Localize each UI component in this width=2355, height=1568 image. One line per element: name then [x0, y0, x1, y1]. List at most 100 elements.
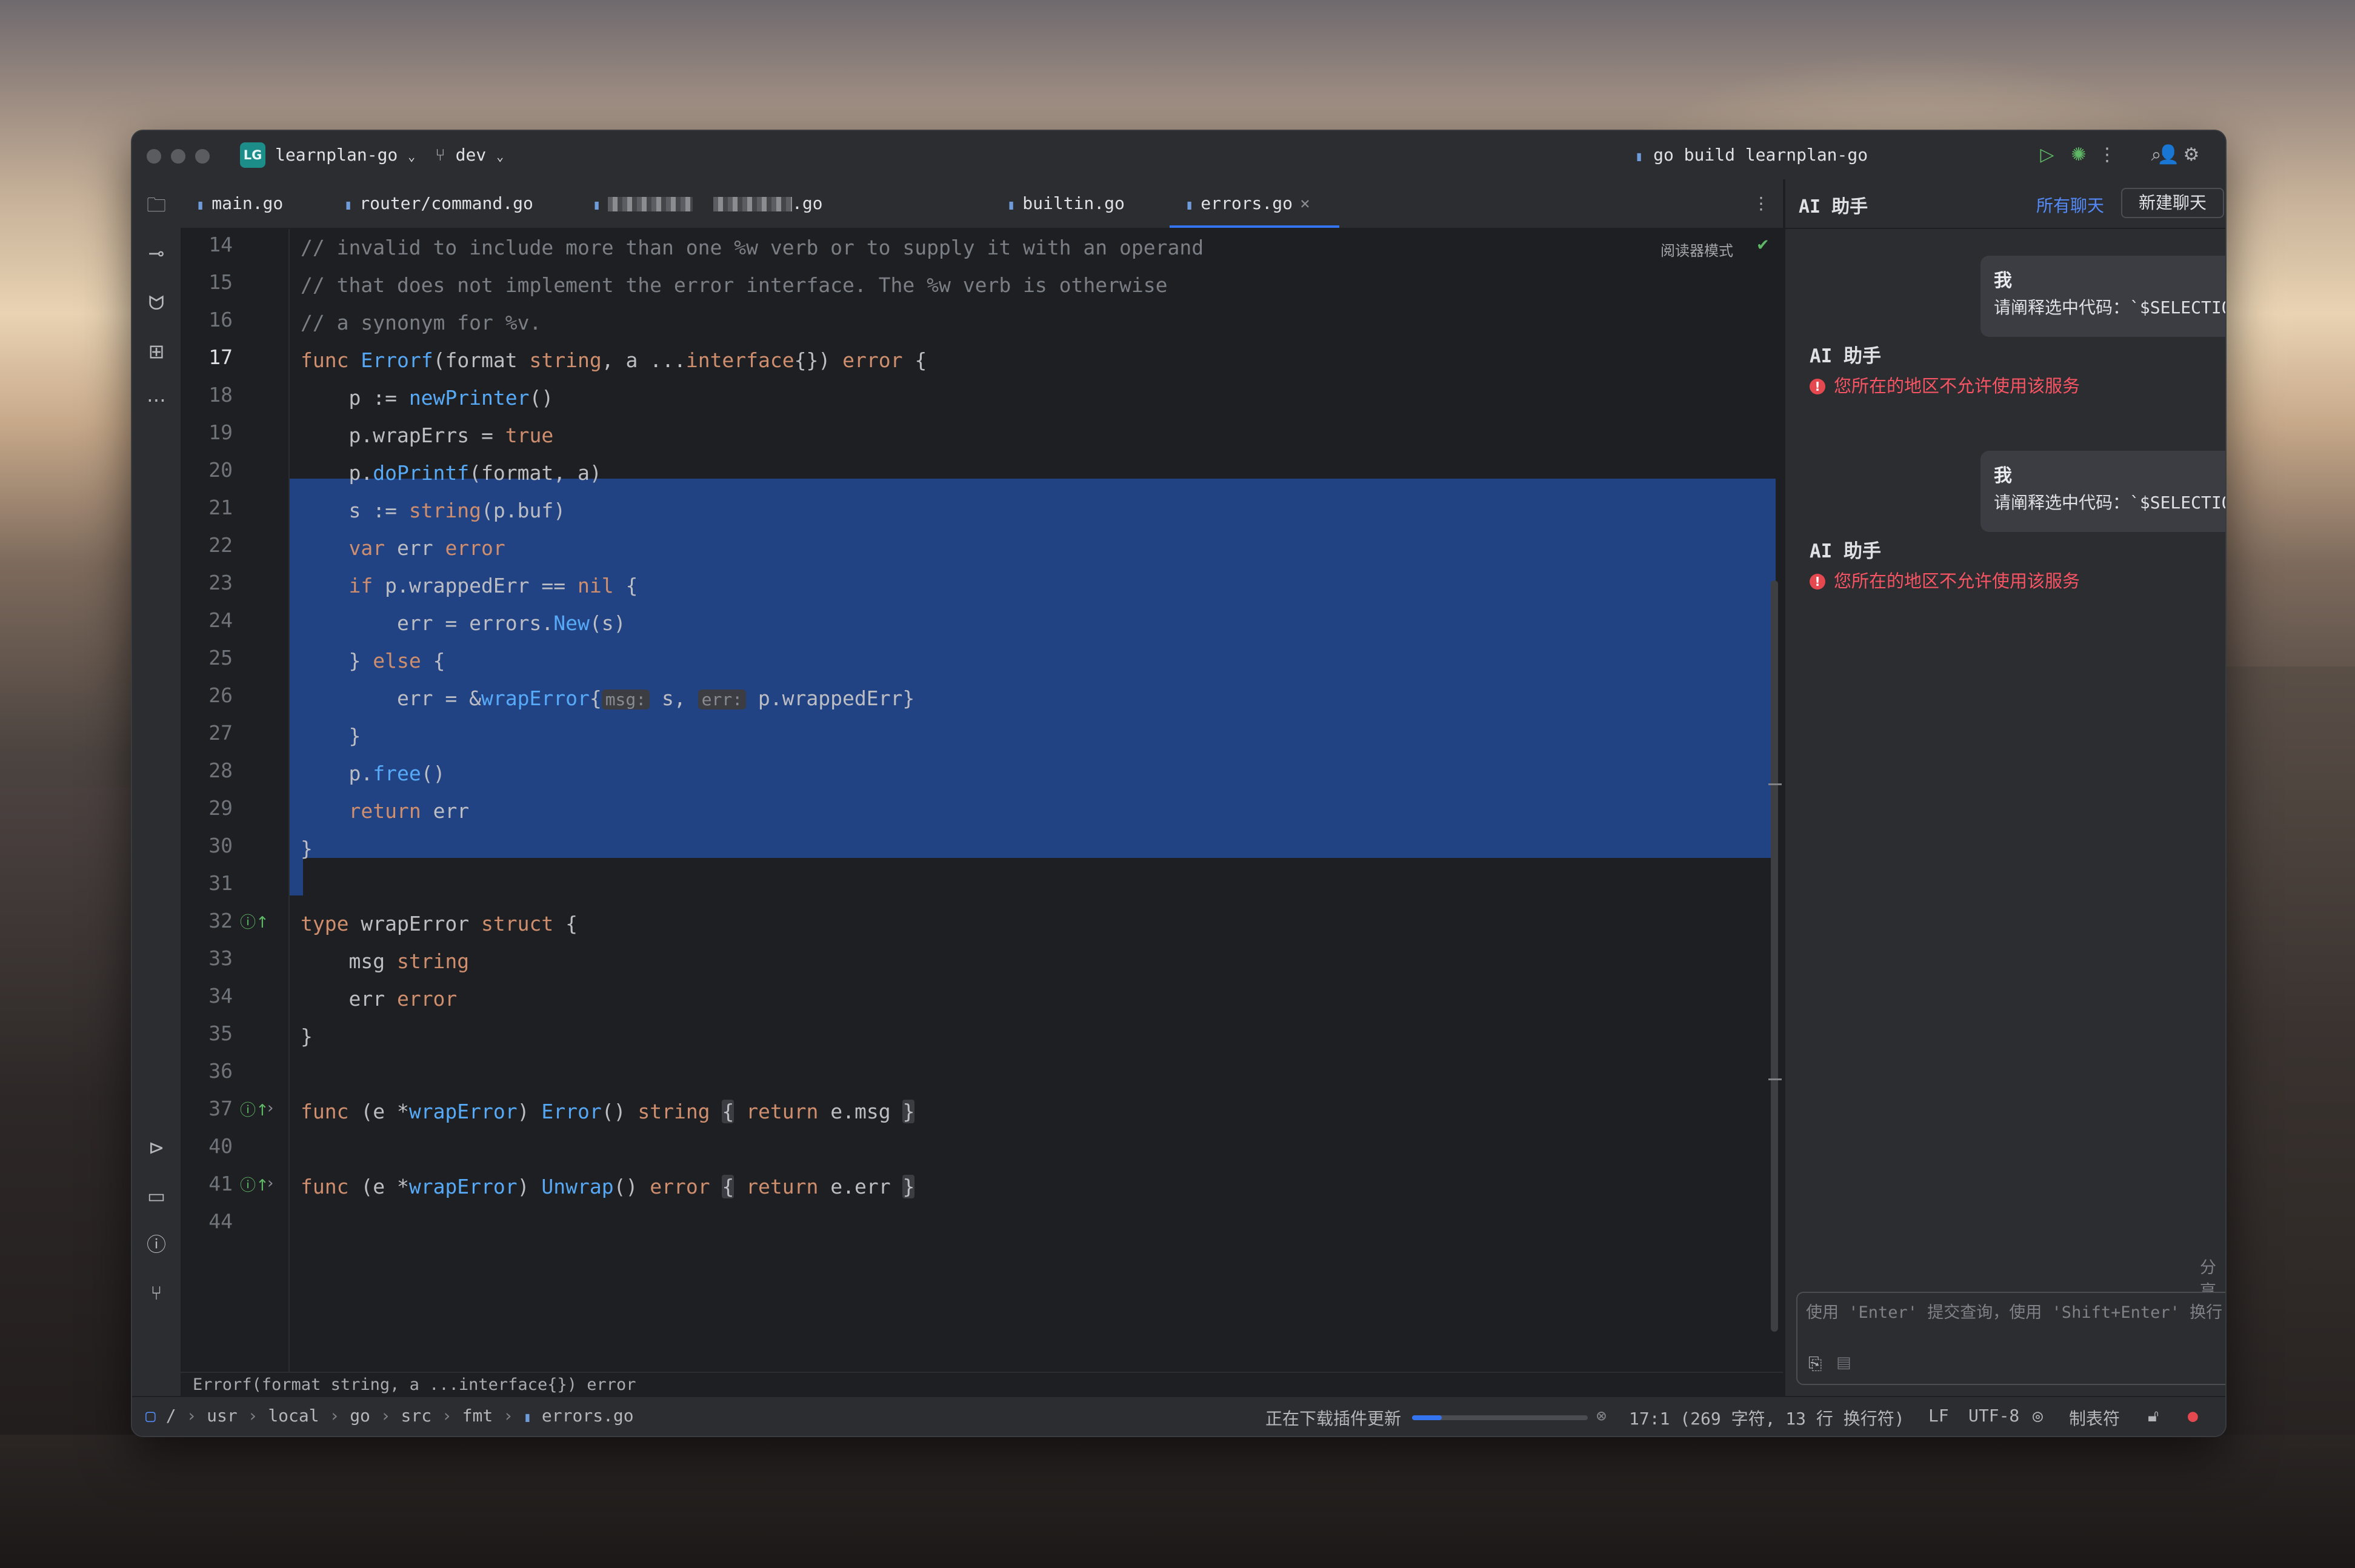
go-file-icon: ▮	[523, 1410, 532, 1425]
line-separator[interactable]: LF	[1928, 1406, 1949, 1426]
tab-builtin-go[interactable]: ▮ builtin.go	[1007, 179, 1125, 228]
code-line: msg string	[301, 949, 470, 973]
implemented-interface-icon[interactable]: ⓘ↑	[240, 1173, 269, 1195]
tab-main-go[interactable]: ▮ main.go	[196, 179, 283, 228]
terminal-icon[interactable]: ▭	[139, 1179, 173, 1213]
run-icon[interactable]: ▷	[2035, 143, 2059, 167]
user-message: 我 ⋮ 请阐释选中代码：`$SELECTION`	[1980, 256, 2225, 337]
maximize-window-button[interactable]	[195, 149, 210, 164]
cancel-download-icon[interactable]: ⊗	[1596, 1406, 1607, 1426]
line-number: 17	[208, 345, 233, 369]
param-hint: err:	[698, 689, 747, 709]
code-line: err error	[301, 987, 458, 1011]
assistant-error-message: ! 您所在的地区不允许使用该服务	[1810, 567, 2080, 593]
services-run-icon[interactable]: ⊳	[139, 1131, 173, 1164]
breadcrumb-item[interactable]: src	[401, 1406, 431, 1426]
new-chat-button[interactable]: 新建聊天	[2121, 188, 2224, 218]
commit-icon[interactable]: ⊸	[139, 236, 173, 270]
chevron-right-icon: ›	[186, 1406, 207, 1426]
function-signature: Errorf(format string, a ...interface{}) …	[193, 1375, 636, 1394]
all-chats-link[interactable]: 所有聊天	[2036, 193, 2104, 217]
fold-expand-icon[interactable]: ›	[267, 1099, 273, 1117]
tab-errors-go[interactable]: ▮ errors.go ×	[1170, 179, 1339, 228]
error-indicator-icon[interactable]: ●	[2188, 1406, 2198, 1426]
scroll-marker	[1768, 783, 1782, 785]
line-number: 29	[208, 796, 233, 820]
breadcrumb: ▢ / › usr › local › go › src › fmt › ▮ e…	[145, 1406, 634, 1426]
left-tool-strip: 🗀 ⊸ ᗢ ⊞ ⋯ ⊳ ▭ ⓘ ⑂	[132, 179, 182, 1396]
line-number: 27	[208, 721, 233, 745]
git-branch-icon: ⑂	[435, 145, 445, 165]
reader-mode-button[interactable]: 阅读器模式	[1660, 239, 1733, 260]
chevron-right-icon: ›	[503, 1406, 524, 1426]
branch-switcher[interactable]: ⑂ dev ⌄	[435, 143, 504, 168]
run-config-selector[interactable]: ▮ go build learnplan-go	[1635, 143, 1868, 169]
more-actions-icon[interactable]: ⋮	[2098, 143, 2116, 167]
implemented-interface-icon[interactable]: ⓘ↑	[240, 910, 269, 932]
project-switcher[interactable]: learnplan-go ⌄	[275, 143, 415, 168]
project-badge[interactable]: LG	[240, 142, 265, 168]
plugin-download-status[interactable]: 正在下载插件更新	[1265, 1406, 1401, 1430]
close-window-button[interactable]	[147, 149, 161, 164]
implemented-interface-icon[interactable]: ⓘ↑	[240, 1098, 269, 1120]
breadcrumb-item[interactable]: usr	[207, 1406, 238, 1426]
code-line: p.doPrintf(format, a)	[301, 461, 602, 485]
problems-icon[interactable]: ⓘ	[139, 1227, 173, 1261]
git-icon[interactable]: ⑂	[139, 1276, 173, 1310]
tab-label: router/command.go	[359, 193, 533, 213]
assistant-name: AI 助手	[1810, 345, 1881, 367]
attach-file-icon[interactable]: ⎘	[1808, 1354, 1822, 1374]
more-tools-icon[interactable]: ⋯	[139, 383, 173, 417]
breadcrumb-item[interactable]: local	[268, 1406, 319, 1426]
structure-icon[interactable]: ⊞	[139, 334, 173, 368]
breadcrumb-item[interactable]: go	[350, 1406, 370, 1426]
caret-position[interactable]: 17:1 (269 字符, 13 行 换行符)	[1629, 1406, 1905, 1430]
breadcrumb-item[interactable]: /	[166, 1406, 176, 1426]
close-tab-icon[interactable]: ×	[1300, 193, 1310, 213]
line-number: 23	[208, 571, 233, 594]
tab-redacted-go[interactable]: ▮ .go	[593, 179, 823, 228]
settings-gear-icon[interactable]: ⚙	[2178, 143, 2205, 167]
line-number: 30	[208, 834, 233, 857]
vertical-scrollbar[interactable]	[1771, 580, 1778, 1332]
chevron-right-icon: ›	[247, 1406, 268, 1426]
lock-icon[interactable]: 🔓︎	[2148, 1406, 2159, 1426]
code-line: func (e *wrapError) Unwrap() error { ret…	[301, 1175, 915, 1198]
code-editor[interactable]: 阅读器模式 ✔ 14 15 16 17 18 19 20 21 22 23 24…	[181, 229, 1783, 1372]
debug-icon[interactable]: ✺	[2067, 143, 2091, 167]
line-number: 44	[208, 1209, 233, 1233]
indent-setting[interactable]: 制表符	[2069, 1406, 2120, 1430]
snippet-icon[interactable]: ▤	[1836, 1354, 1851, 1372]
line-number: 28	[208, 759, 233, 782]
ai-panel-title: AI 助手	[1799, 196, 1868, 218]
file-encoding[interactable]: UTF-8	[1968, 1406, 2019, 1426]
search-icon[interactable]: ⌕	[2143, 143, 2170, 167]
project-folder-icon[interactable]: 🗀	[139, 188, 173, 222]
tab-label: builtin.go	[1022, 193, 1125, 213]
tab-router-command-go[interactable]: ▮ router/command.go	[344, 179, 533, 228]
line-number: 41	[208, 1172, 233, 1195]
signature-bar: Errorf(format string, a ...interface{}) …	[181, 1372, 1783, 1397]
code-line: // invalid to include more than one %w v…	[301, 236, 1204, 259]
param-hint: msg:	[601, 689, 650, 709]
fold-expand-icon[interactable]: ›	[267, 1174, 273, 1192]
chat-input[interactable]: 使用 'Enter' 提交查询，使用 'Shift+Enter' 换行 ⎘ ▤ …	[1796, 1292, 2225, 1385]
breadcrumb-item[interactable]: errors.go	[542, 1406, 634, 1426]
branch-name: dev	[455, 145, 487, 165]
chevron-down-icon: ⌄	[408, 149, 416, 164]
error-text: 您所在的地区不允许使用该服务	[1834, 376, 2080, 396]
ai-status-icon[interactable]: ◎	[2033, 1406, 2043, 1426]
code-line: p.wrapErrs = true	[301, 424, 554, 447]
line-number: 16	[208, 308, 233, 331]
line-number: 20	[208, 458, 233, 482]
breadcrumb-item[interactable]: fmt	[462, 1406, 493, 1426]
tab-options-icon[interactable]: ⋮	[1753, 179, 1770, 228]
run-config-name: go build learnplan-go	[1653, 145, 1868, 165]
chevron-right-icon: ›	[380, 1406, 401, 1426]
pull-requests-icon[interactable]: ᗢ	[139, 286, 173, 320]
code-line: p := newPrinter()	[301, 386, 554, 410]
error-text: 您所在的地区不允许使用该服务	[1834, 571, 2080, 591]
title-bar: LG learnplan-go ⌄ ⑂ dev ⌄ ▮ go build lea…	[132, 131, 2225, 181]
status-bar: ▢ / › usr › local › go › src › fmt › ▮ e…	[132, 1396, 2225, 1436]
minimize-window-button[interactable]	[171, 149, 185, 164]
